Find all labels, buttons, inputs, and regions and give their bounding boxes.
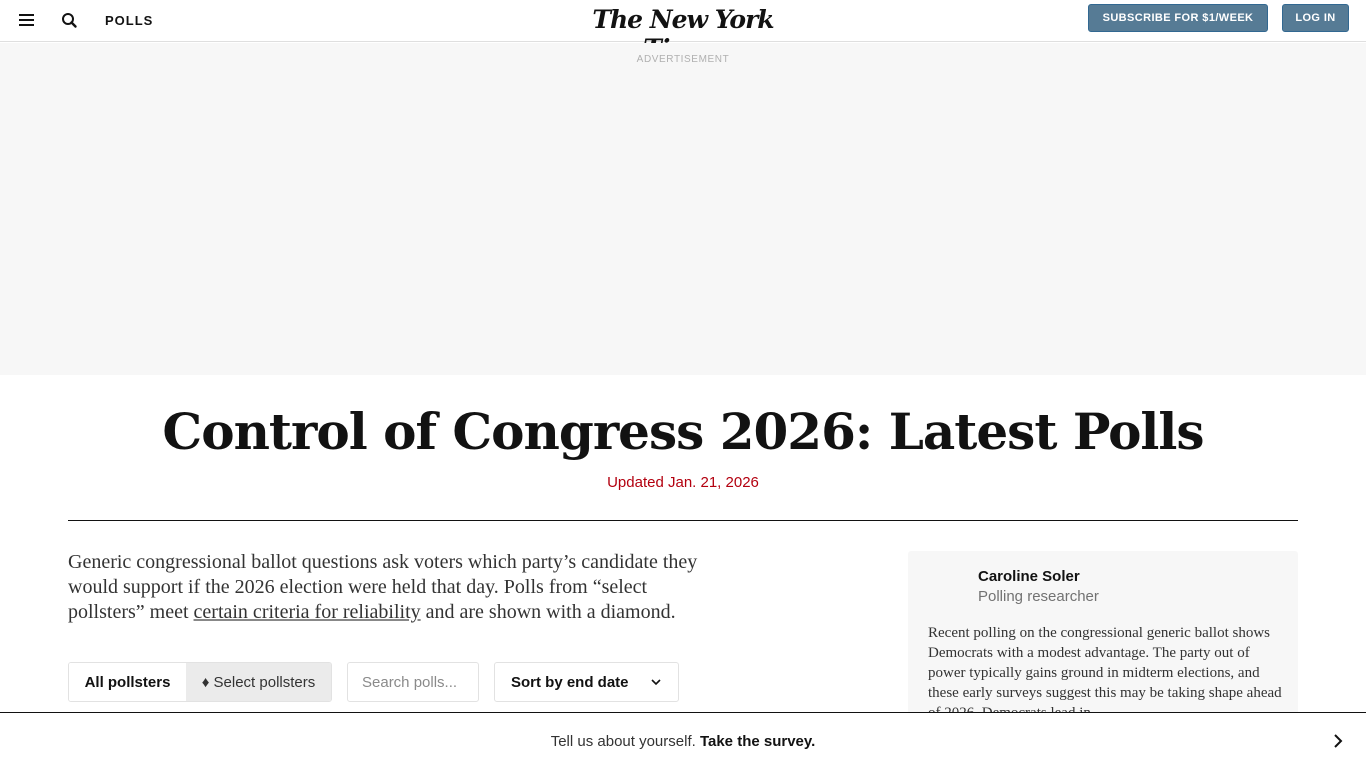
menu-icon[interactable]	[19, 14, 35, 27]
chevron-right-icon[interactable]	[1331, 733, 1345, 749]
intro-text-end: and are shown with a diamond.	[420, 601, 676, 623]
survey-banner[interactable]: Tell us about yourself. Take the survey.	[0, 712, 1366, 768]
top-navigation-bar: POLLS The New York Times SUBSCRIBE FOR $…	[0, 0, 1366, 63]
advertisement-slot: ADVERTISEMENT	[0, 43, 1366, 375]
chevron-down-icon	[651, 679, 661, 686]
researcher-card: Caroline Soler Polling researcher Recent…	[908, 551, 1298, 731]
page-title: Control of Congress 2026: Latest Polls	[162, 402, 1204, 461]
search-icon[interactable]	[60, 11, 80, 31]
survey-link[interactable]: Take the survey.	[700, 733, 815, 750]
sort-label: Sort by end date	[511, 673, 629, 691]
subscribe-button[interactable]: SUBSCRIBE FOR $1/WEEK	[1088, 4, 1268, 32]
updated-timestamp: Updated Jan. 21, 2026	[607, 474, 759, 491]
divider	[68, 520, 1298, 521]
researcher-role: Polling researcher	[978, 588, 1099, 605]
survey-prompt: Tell us about yourself.	[550, 733, 696, 750]
search-polls-input[interactable]	[347, 662, 479, 702]
survey-message: Tell us about yourself. Take the survey.	[0, 733, 1366, 750]
section-link-polls[interactable]: POLLS	[105, 13, 153, 28]
intro-paragraph: Generic congressional ballot questions a…	[68, 550, 708, 625]
sort-dropdown[interactable]: Sort by end date	[494, 662, 679, 702]
pollster-filter-toggle: All pollsters ♦ Select pollsters	[68, 662, 332, 702]
researcher-commentary: Recent polling on the congressional gene…	[928, 625, 1282, 721]
advertisement-label: ADVERTISEMENT	[636, 54, 730, 65]
researcher-name: Caroline Soler	[978, 568, 1080, 585]
all-pollsters-button[interactable]: All pollsters	[69, 663, 186, 701]
login-button[interactable]: LOG IN	[1282, 4, 1349, 32]
select-pollsters-button[interactable]: ♦ Select pollsters	[186, 663, 331, 701]
reliability-criteria-link[interactable]: certain criteria for reliability	[194, 601, 421, 623]
